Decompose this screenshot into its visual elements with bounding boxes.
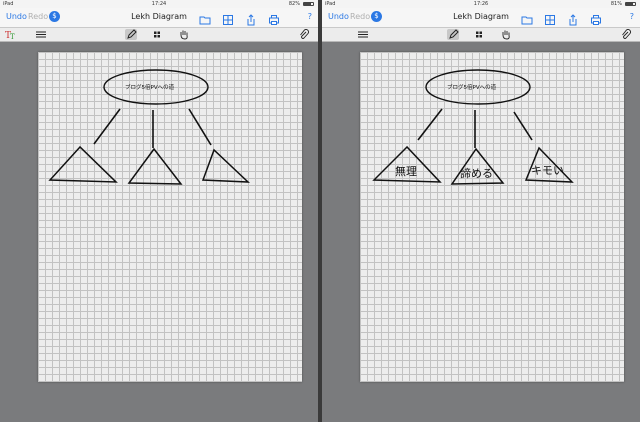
battery-icon xyxy=(303,2,314,6)
status-bar: iPad 17:24 82% xyxy=(0,0,318,8)
print-icon[interactable] xyxy=(268,11,280,25)
drawing-canvas[interactable]: ブログ5倍PVへの道 xyxy=(38,52,302,382)
connector-line xyxy=(93,108,121,145)
paperclip-icon[interactable] xyxy=(298,29,310,40)
connector-line xyxy=(417,108,443,141)
share-icon[interactable] xyxy=(245,11,257,26)
status-bar: iPad 17:26 81% xyxy=(322,0,640,8)
menu-icon[interactable] xyxy=(357,29,369,40)
svg-text:T: T xyxy=(10,33,15,40)
help-button[interactable]: ? xyxy=(308,12,312,21)
triangle-label: 諦める xyxy=(460,167,493,180)
diagram-drawing xyxy=(48,69,250,185)
apps-icon[interactable] xyxy=(151,29,163,40)
triangle-label: キモい xyxy=(531,164,564,177)
ipad-screen-left: iPad 17:24 82% Undo Redo $ Lekh Diagram … xyxy=(0,0,318,422)
triangle-label: 無理 xyxy=(395,165,417,178)
print-icon[interactable] xyxy=(590,11,602,25)
triangle-shape xyxy=(48,145,118,183)
help-button[interactable]: ? xyxy=(630,12,634,21)
text-style-icon[interactable]: TT xyxy=(5,29,17,40)
triangle-shape xyxy=(127,147,183,185)
status-time: 17:26 xyxy=(473,1,489,7)
grid-view-icon[interactable] xyxy=(544,11,556,25)
hand-icon[interactable] xyxy=(178,29,190,40)
tool-bar: TT xyxy=(0,28,318,42)
status-time: 17:24 xyxy=(151,1,167,7)
nav-bar: Undo Redo $ Lekh Diagram ? xyxy=(0,8,318,28)
pen-icon[interactable] xyxy=(125,29,137,40)
diagram-drawing xyxy=(372,69,574,185)
apps-icon[interactable] xyxy=(473,29,485,40)
grid-view-icon[interactable] xyxy=(222,11,234,25)
share-icon[interactable] xyxy=(567,11,579,26)
nav-bar: Undo Redo $ Lekh Diagram ? xyxy=(322,8,640,28)
drawing-canvas[interactable]: ブログ5倍PVへの道 無理 諦める キモい xyxy=(360,52,624,382)
root-node-text: ブログ5倍PVへの道 xyxy=(125,85,175,91)
paperclip-icon[interactable] xyxy=(620,29,632,40)
triangle-shape xyxy=(201,148,250,183)
battery-icon xyxy=(625,2,636,6)
pen-icon[interactable] xyxy=(447,29,459,40)
battery-percent: 81% xyxy=(610,1,622,7)
connector-line xyxy=(188,108,212,146)
battery-percent: 82% xyxy=(288,1,300,7)
tool-bar xyxy=(322,28,640,42)
hand-icon[interactable] xyxy=(500,29,512,40)
root-node-text: ブログ5倍PVへの道 xyxy=(447,85,497,91)
ipad-screen-right: iPad 17:26 81% Undo Redo $ Lekh Diagram … xyxy=(322,0,640,422)
folder-icon[interactable] xyxy=(521,11,533,25)
connector-line xyxy=(513,111,533,141)
folder-icon[interactable] xyxy=(199,11,211,25)
menu-icon[interactable] xyxy=(35,29,47,40)
